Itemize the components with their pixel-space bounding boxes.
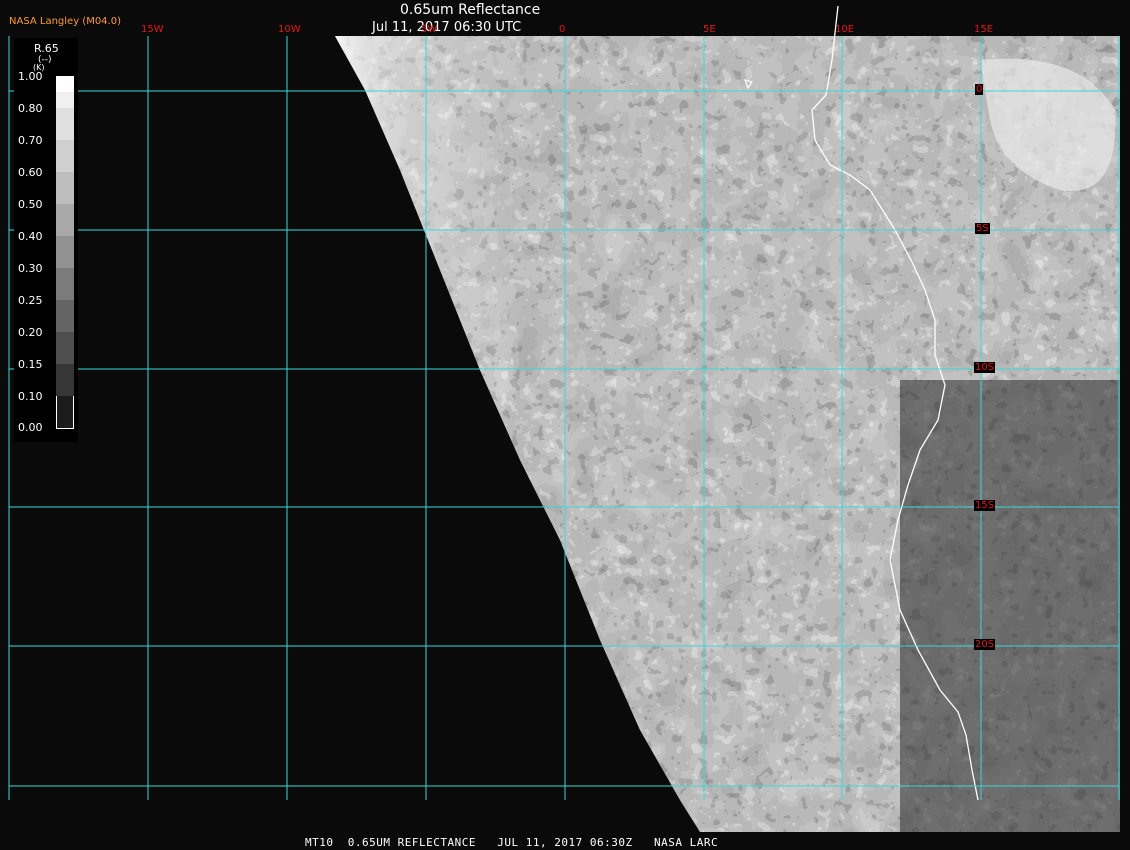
lon-label-5e: 5E — [703, 24, 716, 35]
satellite-image-viewer: NASA Langley (M04.0) 0.65um Reflectance … — [0, 0, 1130, 850]
legend-label: 0.60 — [18, 166, 43, 179]
legend-swatch — [56, 268, 74, 300]
legend-label: 0.15 — [18, 358, 43, 371]
lat-label-15s: 15S — [974, 500, 996, 511]
legend-label: 0.70 — [18, 134, 43, 147]
credit-label: NASA Langley (M04.0) — [9, 16, 121, 27]
lat-label-10s: 10S — [974, 362, 996, 373]
legend-label: 0.50 — [18, 198, 43, 211]
legend-swatch — [56, 236, 74, 268]
lat-label-20s: 20S — [974, 639, 996, 650]
legend-label: 1.00 — [18, 70, 43, 83]
lon-label-0: 0 — [559, 24, 566, 35]
legend-label: 0.20 — [18, 326, 43, 339]
legend-swatch — [56, 108, 74, 140]
legend-swatch — [56, 204, 74, 236]
legend-swatch — [56, 92, 74, 108]
lon-label-10w: 10W — [278, 24, 301, 35]
legend-swatch — [56, 140, 74, 172]
legend-label: 0.25 — [18, 294, 43, 307]
image-timestamp: Jul 11, 2017 06:30 UTC — [372, 20, 522, 35]
legend-label: 0.10 — [18, 390, 43, 403]
image-title: 0.65um Reflectance — [400, 2, 541, 18]
legend-swatch — [56, 172, 74, 204]
legend-swatch — [56, 332, 74, 364]
legend-swatch — [56, 76, 74, 92]
legend-swatch — [56, 300, 74, 332]
legend-title: R.65 — [34, 42, 59, 55]
legend-label: 0.00 — [18, 421, 43, 434]
lon-label-15w: 15W — [141, 24, 164, 35]
lon-label-10e: 10E — [835, 24, 855, 35]
footer-caption: MT10 0.65UM REFLECTANCE JUL 11, 2017 06:… — [305, 836, 719, 849]
satellite-map — [0, 0, 1130, 850]
lon-label-5w: 5W — [421, 24, 438, 35]
legend-label: 0.30 — [18, 262, 43, 275]
legend-swatch — [56, 396, 74, 429]
legend-label: 0.40 — [18, 230, 43, 243]
legend-label: 0.80 — [18, 102, 43, 115]
lat-label-5s: 5S — [975, 223, 990, 234]
legend-swatch — [56, 364, 74, 396]
lon-label-15e: 15E — [974, 24, 994, 35]
lat-label-0: 0 — [975, 84, 984, 95]
